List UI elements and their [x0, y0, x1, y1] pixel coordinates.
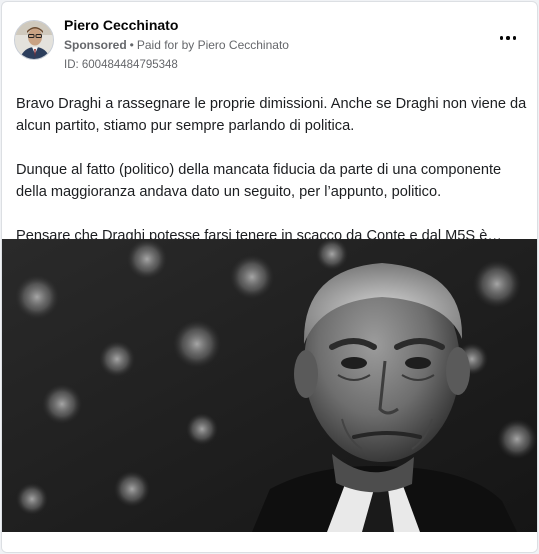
- sponsored-label[interactable]: Sponsored: [64, 38, 127, 52]
- card-footer: [2, 532, 537, 552]
- sponsored-line: Sponsored • Paid for by Piero Cecchinato: [64, 36, 289, 54]
- separator-dot: •: [129, 38, 134, 52]
- paid-for-label: Paid for by Piero Cecchinato: [136, 38, 289, 52]
- more-options-icon[interactable]: [495, 28, 521, 48]
- post-header: Piero Cecchinato Sponsored • Paid for by P…: [14, 16, 525, 76]
- post-image[interactable]: [2, 239, 537, 532]
- dot-3: [512, 36, 517, 40]
- author-avatar[interactable]: [14, 20, 54, 60]
- post-paragraph-2: Dunque al fatto (politico) della mancata…: [16, 162, 502, 200]
- post-body: Bravo Draghi a rassegnare le proprie dim…: [16, 93, 528, 247]
- author-meta: Piero Cecchinato Sponsored • Paid for by P…: [64, 16, 289, 73]
- post-paragraph-1: Bravo Draghi a rassegnare le proprie dim…: [16, 96, 527, 134]
- dot-1: [499, 36, 504, 40]
- ad-id: ID: 600484484795348: [64, 59, 178, 71]
- dot-2: [506, 36, 510, 40]
- ad-post-card: Piero Cecchinato Sponsored • Paid for by P…: [1, 1, 538, 553]
- author-name[interactable]: Piero Cecchinato: [64, 16, 289, 34]
